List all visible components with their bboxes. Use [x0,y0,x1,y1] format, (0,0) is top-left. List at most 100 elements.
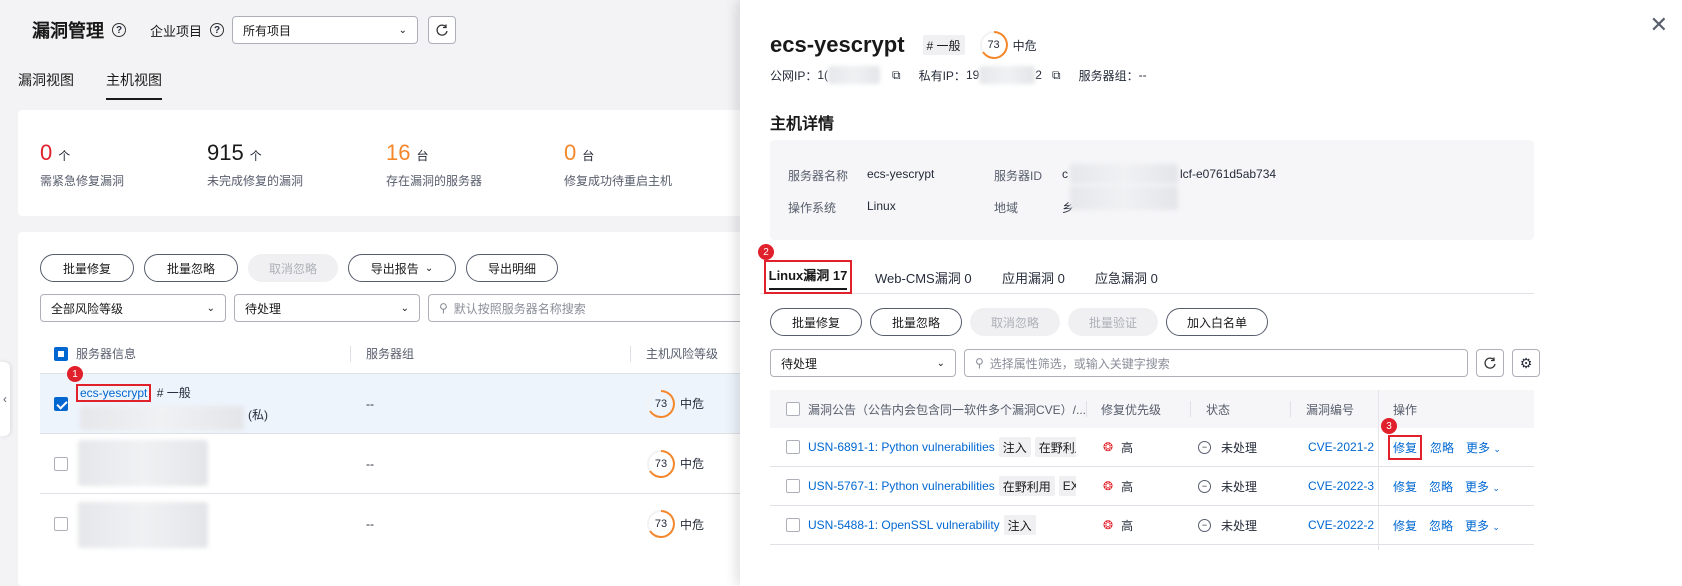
cve-link[interactable]: CVE-2022-2 [1308,518,1374,532]
ignore-link[interactable]: 忽略 [1429,478,1453,495]
tab-vuln-view[interactable]: 漏洞视图 [18,70,74,100]
table-row[interactable]: USN-5488-1: OpenSSL vulnerability 注入 ❂ 高… [770,506,1534,545]
cancel-ignore-button[interactable]: 取消忽略 [970,308,1060,336]
batch-ignore-button[interactable]: 批量忽略 [870,308,962,336]
priority-cell: ❂ 高 [1103,440,1134,455]
vuln-name-link[interactable]: USN-5488-1: OpenSSL vulnerability [808,518,1000,532]
cve-link[interactable]: CVE-2022-3 [1308,479,1374,493]
vuln-name-cell: USN-6891-1: Python vulnerabilities 注入 在野… [808,437,1076,457]
operation-cell: 修复 忽略 更多 ⌄ [1388,434,1513,460]
cancel-ignore-button[interactable]: 取消忽略 [248,254,338,282]
stat-servers: 16 台 存在漏洞的服务器 [386,140,483,188]
status-select[interactable]: 待处理 ⌄ [234,294,420,322]
table-row[interactable]: -- 73 中危 [40,434,830,494]
ignore-link[interactable]: 忽略 [1430,439,1454,456]
host-detail-drawer: ✕ ecs-yescrypt # 一般 73 中危 公网IP： 1( ⧉ 私有I… [740,0,1682,586]
minus-circle-icon: − [1198,479,1211,493]
row-checkbox[interactable] [54,456,68,471]
gear-icon: ⚙ [1519,354,1533,371]
ip-row: 公网IP： 1( ⧉ 私有IP： 19 2 ⧉ 服务器组： -- [770,66,1147,84]
table-row[interactable]: ecs-yescrypt # 一般 (私) -- 73 中危 [40,374,830,434]
table-row[interactable]: -- 73 中危 [40,494,830,554]
callout-2: 2 [758,244,774,260]
fix-link[interactable]: 修复 [1393,517,1417,534]
refresh-button[interactable] [1476,349,1504,377]
vuln-tag: 在野利用 [1034,437,1076,457]
select-all-checkbox[interactable] [54,346,68,361]
masked-ip [80,406,244,430]
chevron-down-icon: ⌄ [1492,521,1500,532]
batch-fix-button[interactable]: 批量修复 [770,308,862,336]
vuln-status-select[interactable]: 待处理 ⌄ [770,349,956,377]
priority-high-icon: ❂ [1103,518,1114,532]
refresh-button[interactable] [428,16,457,44]
risk-level-select[interactable]: 全部风险等级 ⌄ [40,294,226,322]
cve-link[interactable]: CVE-2021-2 [1308,440,1374,454]
batch-ignore-button[interactable]: 批量忽略 [144,254,238,282]
copy-icon[interactable]: ⧉ [892,68,901,83]
project-select[interactable]: 所有项目 ⌄ [232,16,419,44]
close-icon[interactable]: ✕ [1650,14,1668,36]
tab-emergency-vuln[interactable]: 应急漏洞 0 [1095,268,1158,287]
level-tag: # 一般 [922,35,965,55]
table-row[interactable]: USN-5767-1: Python vulnerabilities 在野利用 … [770,467,1534,506]
server-name-link[interactable]: ecs-yescrypt [76,384,152,402]
settings-button[interactable]: ⚙ [1512,349,1540,377]
risk-score-ring: 73 [646,449,676,479]
chevron-down-icon: ⌄ [1492,482,1500,493]
more-dropdown[interactable]: 更多 ⌄ [1465,478,1500,495]
row-checkbox[interactable] [786,479,800,493]
vuln-name-cell: USN-5767-1: Python vulnerabilities 在野利用 … [808,476,1076,496]
collapse-handle[interactable]: ‹ [0,362,10,436]
vuln-name-link[interactable]: USN-6891-1: Python vulnerabilities [808,440,995,454]
vuln-table-header: 漏洞公告（公告内会包含同一软件多个漏洞CVE）/... 修复优先级 状态 漏洞编… [770,390,1534,550]
risk-indicator: 73 中危 [646,449,704,479]
chevron-down-icon: ⌄ [936,357,945,369]
search-icon: ⚲ [439,301,448,315]
stat-unfixed: 915 个 未完成修复的漏洞 [207,140,304,188]
more-dropdown[interactable]: 更多 ⌄ [1465,517,1500,534]
vuln-search-input[interactable]: ⚲ 选择属性筛选，或输入关键字搜索 [964,349,1468,377]
stat-urgent: 0个 需紧急修复漏洞 [40,140,125,188]
row-checkbox[interactable] [54,396,68,411]
priority-high-icon: ❂ [1103,479,1114,493]
server-search-input[interactable]: ⚲ 默认按照服务器名称搜索 [428,294,768,322]
row-checkbox[interactable] [786,440,800,454]
tab-app-vuln[interactable]: 应用漏洞 0 [1002,268,1065,287]
drawer-header: ecs-yescrypt # 一般 73 中危 [770,30,1037,60]
help-icon[interactable]: ? [210,23,225,37]
tab-linux-vuln[interactable]: Linux漏洞 17 [764,260,852,294]
batch-verify-button[interactable]: 批量验证 [1068,308,1158,336]
masked-server-info [78,502,208,548]
vuln-name-link[interactable]: USN-5767-1: Python vulnerabilities [808,479,995,493]
risk-indicator: 73 中危 [646,389,704,419]
server-info: ecs-yescrypt # 一般 [76,384,191,402]
export-detail-button[interactable]: 导出明细 [466,254,558,282]
ignore-link[interactable]: 忽略 [1429,517,1453,534]
table-row[interactable]: USN-6891-1: Python vulnerabilities 注入 在野… [770,428,1534,467]
vuln-tag: 注入 [1003,515,1036,535]
row-checkbox[interactable] [54,517,68,531]
minus-circle-icon: − [1198,440,1211,454]
tab-host-view[interactable]: 主机视图 [106,70,162,100]
export-report-button[interactable]: 导出报告 ⌄ [348,254,456,282]
select-all-checkbox[interactable] [786,402,800,416]
help-icon[interactable]: ? [112,23,126,37]
status-cell: − 未处理 [1198,517,1257,534]
more-dropdown[interactable]: 更多 ⌄ [1466,439,1501,456]
left-toolbar: 批量修复 批量忽略 取消忽略 导出报告 ⌄ 导出明细 [40,254,558,282]
operation-cell: 修复 忽略 更多 ⌄ [1393,517,1512,534]
tab-web-cms-vuln[interactable]: Web-CMS漏洞 0 [875,268,972,287]
drawer-title: ecs-yescrypt [770,32,905,57]
add-whitelist-button[interactable]: 加入白名单 [1166,308,1268,336]
batch-fix-button[interactable]: 批量修复 [40,254,134,282]
fix-link[interactable]: 修复 [1393,478,1417,495]
chevron-down-icon: ⌄ [398,24,408,36]
stat-reboot: 0台 修复成功待重启主机 [564,140,673,188]
drawer-toolbar: 批量修复 批量忽略 取消忽略 批量验证 加入白名单 [770,308,1268,336]
vuln-tag: EXP/ [1058,476,1076,496]
fix-link[interactable]: 修复 [1388,434,1423,460]
chevron-left-icon: ‹ [3,392,7,406]
row-checkbox[interactable] [786,518,800,532]
copy-icon[interactable]: ⧉ [1052,68,1061,83]
